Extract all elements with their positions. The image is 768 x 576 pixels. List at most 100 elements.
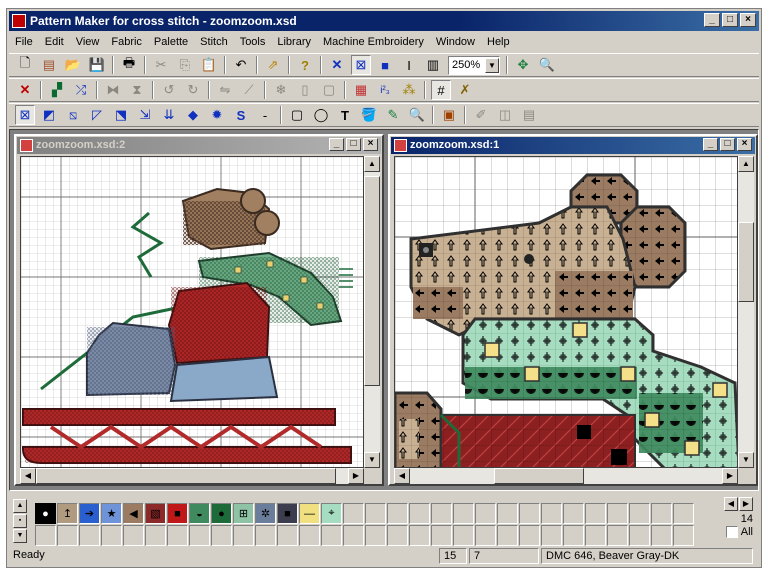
zoom-find-icon[interactable]: 🔍 [537,55,557,75]
new-icon[interactable]: 🗋 [15,55,35,75]
palette-down-button[interactable]: ▼ [13,529,27,543]
print-icon[interactable]: 🖶 [119,55,139,75]
cut-icon[interactable]: ✂ [151,55,171,75]
scroll-thumb-h[interactable] [494,468,584,484]
backstitch-icon[interactable]: ⟋ [239,80,259,100]
palette-empty-slot[interactable] [57,525,78,546]
dash-icon[interactable]: - [255,105,275,125]
palette-empty-slot[interactable] [673,503,694,524]
color-replace-icon[interactable]: ▞ [47,80,67,100]
palette-empty-slot[interactable] [189,525,210,546]
brush-icon[interactable]: ▣ [439,105,459,125]
palette-empty-slot[interactable] [431,503,452,524]
child-minimize-button[interactable]: _ [329,138,344,151]
mirror-h-icon[interactable]: ⧓ [103,80,123,100]
column-icon[interactable]: ▯ [295,80,315,100]
palette-empty-slot[interactable] [123,525,144,546]
undo-icon[interactable]: ↶ [231,55,251,75]
palette-empty-slot[interactable] [145,525,166,546]
palette-empty-slot[interactable] [629,503,650,524]
magnify-icon[interactable]: 🔍 [407,105,427,125]
fill-square-icon[interactable]: ■ [375,55,395,75]
vertical-scrollbar[interactable]: ▲ ▼ [364,156,380,468]
palette-empty-slot[interactable] [277,525,298,546]
scroll-thumb-h[interactable] [36,468,336,484]
child-maximize-button[interactable]: □ [346,138,361,151]
palette-swatch[interactable]: ◀ [123,503,144,524]
palette-empty-slot[interactable] [453,525,474,546]
palette-empty-slot[interactable] [651,503,672,524]
menu-tools[interactable]: Tools [234,33,272,51]
snowflake-icon[interactable]: ❄ [271,80,291,100]
scroll-up-button[interactable]: ▲ [738,156,754,172]
menu-machine-embroidery[interactable]: Machine Embroidery [317,33,430,51]
palette-grid-icon[interactable]: ▦ [351,80,371,100]
paste-icon[interactable]: 📋 [199,55,219,75]
numbers-icon[interactable]: i²₃ [375,80,395,100]
rotate-right-icon[interactable]: ↻ [183,80,203,100]
palette-empty-slot[interactable] [299,525,320,546]
palette-empty-slot[interactable] [409,525,430,546]
palette-empty-slot[interactable] [475,525,496,546]
palette-empty-slot[interactable] [167,525,188,546]
palette-empty-slot[interactable] [255,525,276,546]
scroll-left-button[interactable]: ◀ [20,468,36,484]
columns-icon[interactable]: ◫ [495,105,515,125]
minimize-button[interactable]: _ [704,13,720,27]
text-cursor-icon[interactable]: I [399,55,419,75]
import-icon[interactable]: ⇗ [263,55,283,75]
tools-icon[interactable]: ✗ [455,80,475,100]
quarter-stitch-icon[interactable]: ◸ [87,105,107,125]
open-icon[interactable]: 📂 [63,55,83,75]
bead-icon[interactable]: ⇊ [159,105,179,125]
palette-empty-slot[interactable] [475,503,496,524]
child-close-button[interactable]: × [363,138,378,151]
text-icon[interactable]: T [335,105,355,125]
horizontal-scrollbar[interactable]: ◀ ▶ [20,468,364,484]
maximize-button[interactable]: □ [722,13,738,27]
save-icon[interactable]: 💾 [87,55,107,75]
palette-empty-slot[interactable] [629,525,650,546]
vertical-scrollbar[interactable]: ▲ ▼ [738,156,754,468]
cross-icon[interactable]: ✕ [327,55,347,75]
palette-empty-slot[interactable] [541,503,562,524]
menu-window[interactable]: Window [430,33,481,51]
swap-icon[interactable]: ⤮ [71,80,91,100]
rotate-left-icon[interactable]: ↺ [159,80,179,100]
palette-swatch[interactable]: ⌖ [321,503,342,524]
frame-icon[interactable]: ▢ [319,80,339,100]
child-maximize-button[interactable]: □ [720,138,735,151]
palette-empty-slot[interactable] [409,503,430,524]
palette-empty-slot[interactable] [563,525,584,546]
french-knot-icon[interactable]: ◆ [183,105,203,125]
palette-empty-slot[interactable] [343,503,364,524]
palette-swatch[interactable]: ↥ [57,503,78,524]
palette-empty-slot[interactable] [431,525,452,546]
palette-empty-slot[interactable] [365,525,386,546]
scroll-left-button[interactable]: ◀ [394,468,410,484]
all-checkbox[interactable] [725,526,738,538]
symbol-icon[interactable]: ⁂ [399,80,419,100]
rectangle-icon[interactable]: ▢ [287,105,307,125]
s-letter-icon[interactable]: S [231,105,251,125]
help-icon[interactable]: ? [295,55,315,75]
palette-empty-slot[interactable] [585,525,606,546]
pattern-canvas-zoomed[interactable] [394,156,738,468]
child-minimize-button[interactable]: _ [703,138,718,151]
palette-empty-slot[interactable] [343,525,364,546]
copy-file-icon[interactable]: ▤ [39,55,59,75]
menu-view[interactable]: View [70,33,106,51]
pencil-icon[interactable]: ✐ [471,105,491,125]
palette-empty-slot[interactable] [79,525,100,546]
mirror-v-icon[interactable]: ⧗ [127,80,147,100]
s-curve-icon[interactable]: ✹ [207,105,227,125]
palette-swatch[interactable]: ● [35,503,56,524]
child-close-button[interactable]: × [737,138,752,151]
palette-empty-slot[interactable] [365,503,386,524]
palette-empty-slot[interactable] [497,525,518,546]
menu-stitch[interactable]: Stitch [194,33,234,51]
fill-icon[interactable]: 🪣 [359,105,379,125]
palette-mid-button[interactable]: ▪ [13,514,27,528]
menu-edit[interactable]: Edit [39,33,70,51]
palette-swatch[interactable]: ⊞ [233,503,254,524]
